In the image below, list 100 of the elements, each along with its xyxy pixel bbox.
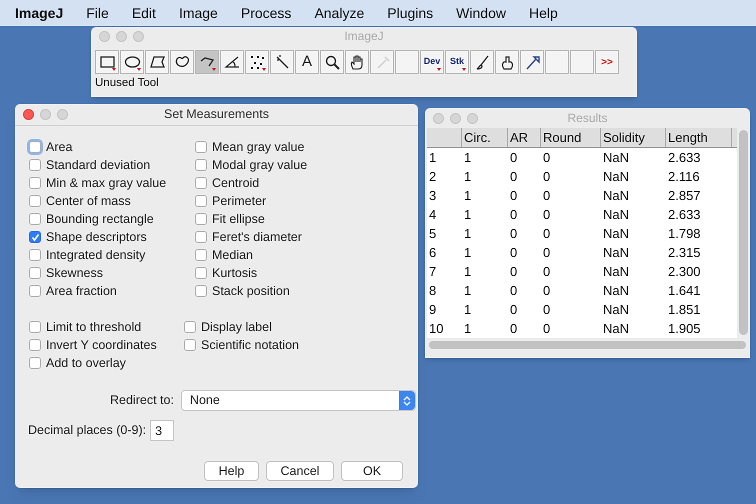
tool-button[interactable] (270, 50, 294, 74)
tool-button[interactable] (320, 50, 344, 74)
tool-button[interactable] (120, 50, 144, 74)
checkbox[interactable]: Bounding rectangle (29, 210, 195, 228)
table-cell-text: 1 (463, 244, 472, 262)
table-cell-text: 0 (509, 300, 518, 319)
minimize-button[interactable] (116, 30, 127, 42)
menu-item[interactable]: Window (456, 2, 506, 24)
checkbox[interactable]: Display label (184, 318, 299, 336)
zoom-button[interactable] (57, 109, 68, 120)
zoom-button[interactable] (467, 112, 478, 124)
tool-button[interactable] (145, 50, 169, 74)
menu-item[interactable]: Help (528, 2, 558, 24)
menu-item[interactable]: Plugins (387, 2, 434, 24)
checkbox[interactable]: Kurtosis (195, 264, 308, 282)
tool-button[interactable]: >> (595, 50, 619, 74)
horizontal-scrollbar[interactable] (429, 341, 746, 349)
checkbox[interactable]: Add to overlay (29, 354, 184, 372)
zoom-button[interactable] (133, 30, 144, 42)
checkbox[interactable]: Integrated density (29, 246, 195, 264)
checkbox[interactable]: Center of mass (29, 192, 195, 210)
checkbox[interactable]: Perimeter (195, 192, 308, 210)
tool-button[interactable] (470, 50, 494, 74)
table-cell-text: 0 (509, 244, 518, 262)
row-number: 6 (428, 244, 438, 262)
checkbox[interactable]: Fit ellipse (195, 210, 308, 228)
menu-item[interactable]: Analyze (314, 2, 364, 24)
checkbox[interactable]: Skewness (29, 264, 195, 282)
table-cell-text: 1.641 (667, 282, 702, 300)
window-title: ImageJ (344, 28, 384, 45)
checkbox[interactable]: Shape descriptors (29, 228, 195, 246)
checkbox[interactable]: Min & max gray value (29, 174, 195, 192)
menu-indicator-icon (262, 68, 266, 71)
tool-button[interactable] (220, 50, 244, 74)
checkbox[interactable]: Area (29, 138, 195, 156)
menu-item[interactable]: Edit (132, 2, 156, 24)
tool-button[interactable] (195, 50, 219, 74)
menu-indicator-icon (137, 68, 141, 71)
column-header[interactable]: AR (508, 128, 541, 147)
menu-indicator-icon (112, 68, 116, 71)
row-number: 9 (428, 300, 438, 319)
menu-item[interactable]: Image (178, 2, 218, 24)
dialog-button[interactable]: Cancel (266, 461, 334, 481)
table-cell-text: NaN (602, 224, 630, 243)
table-cell-text: NaN (602, 186, 630, 205)
column-header[interactable]: Round (541, 128, 601, 147)
table-cell-text: 0 (542, 320, 552, 338)
table-cell-text: 0 (509, 148, 518, 167)
row-number: 1 (428, 148, 438, 167)
table-cell-text: 0 (542, 206, 552, 224)
checkbox[interactable]: Stack position (195, 282, 308, 300)
redirect-dropdown[interactable]: None (180, 390, 416, 411)
column-header[interactable]: Solidity (601, 128, 666, 147)
column-header[interactable]: Circ. (462, 128, 508, 147)
checkbox[interactable]: Standard deviation (29, 156, 195, 174)
app-menu[interactable]: ImageJ (15, 2, 64, 24)
checkbox[interactable]: Median (195, 246, 308, 264)
minimize-button[interactable] (450, 112, 461, 124)
vertical-scrollbar[interactable] (739, 130, 748, 335)
table-cell-text: NaN (602, 320, 630, 338)
checkbox[interactable]: Area fraction (29, 282, 195, 300)
table-cell-text: 0 (542, 300, 552, 319)
table-cell-text: 0 (509, 186, 518, 205)
tool-button[interactable]: Dev (420, 50, 444, 74)
checkbox[interactable]: Modal gray value (195, 156, 308, 174)
table-cell-text: 2.116 (667, 168, 701, 186)
table-cell-text: 0 (509, 262, 518, 281)
tool-button[interactable]: A (295, 50, 319, 74)
column-header[interactable]: Length (666, 128, 732, 147)
tool-button[interactable] (520, 50, 544, 74)
tool-button[interactable] (245, 50, 269, 74)
table-cell-text: 1 (463, 168, 472, 186)
checkbox[interactable]: Mean gray value (195, 138, 308, 156)
checkbox[interactable]: Scientific notation (184, 336, 299, 354)
row-number: 7 (428, 262, 438, 281)
checkbox[interactable]: Feret's diameter (195, 228, 308, 246)
table-cell-text: 1 (463, 148, 472, 167)
decimal-places-field[interactable]: 3 (150, 420, 174, 441)
checkbox[interactable]: Invert Y coordinates (29, 336, 184, 354)
checkbox[interactable]: Centroid (195, 174, 308, 192)
tool-button[interactable] (495, 50, 519, 74)
close-button[interactable] (23, 109, 34, 120)
tool-button[interactable] (170, 50, 194, 74)
table-cell-text: 0 (542, 224, 552, 243)
table-cell-text: NaN (602, 300, 630, 319)
tool-button[interactable] (95, 50, 119, 74)
dialog-button[interactable]: Help (204, 461, 259, 481)
checkbox[interactable]: Limit to threshold (29, 318, 184, 336)
redirect-label: Redirect to: (110, 392, 174, 410)
table-cell-text: 0 (542, 244, 552, 262)
table-cell-text: 1.851 (667, 300, 702, 319)
dialog-button[interactable]: OK (341, 461, 403, 481)
minimize-button[interactable] (40, 109, 51, 120)
table-cell-text: 1 (463, 206, 472, 224)
tool-button[interactable] (345, 50, 369, 74)
menu-item[interactable]: Process (240, 2, 292, 24)
menu-item[interactable]: File (86, 2, 109, 24)
tool-button[interactable]: Stk (445, 50, 469, 74)
table-cell-text: 0 (542, 186, 552, 205)
stepper-icon (402, 394, 411, 406)
